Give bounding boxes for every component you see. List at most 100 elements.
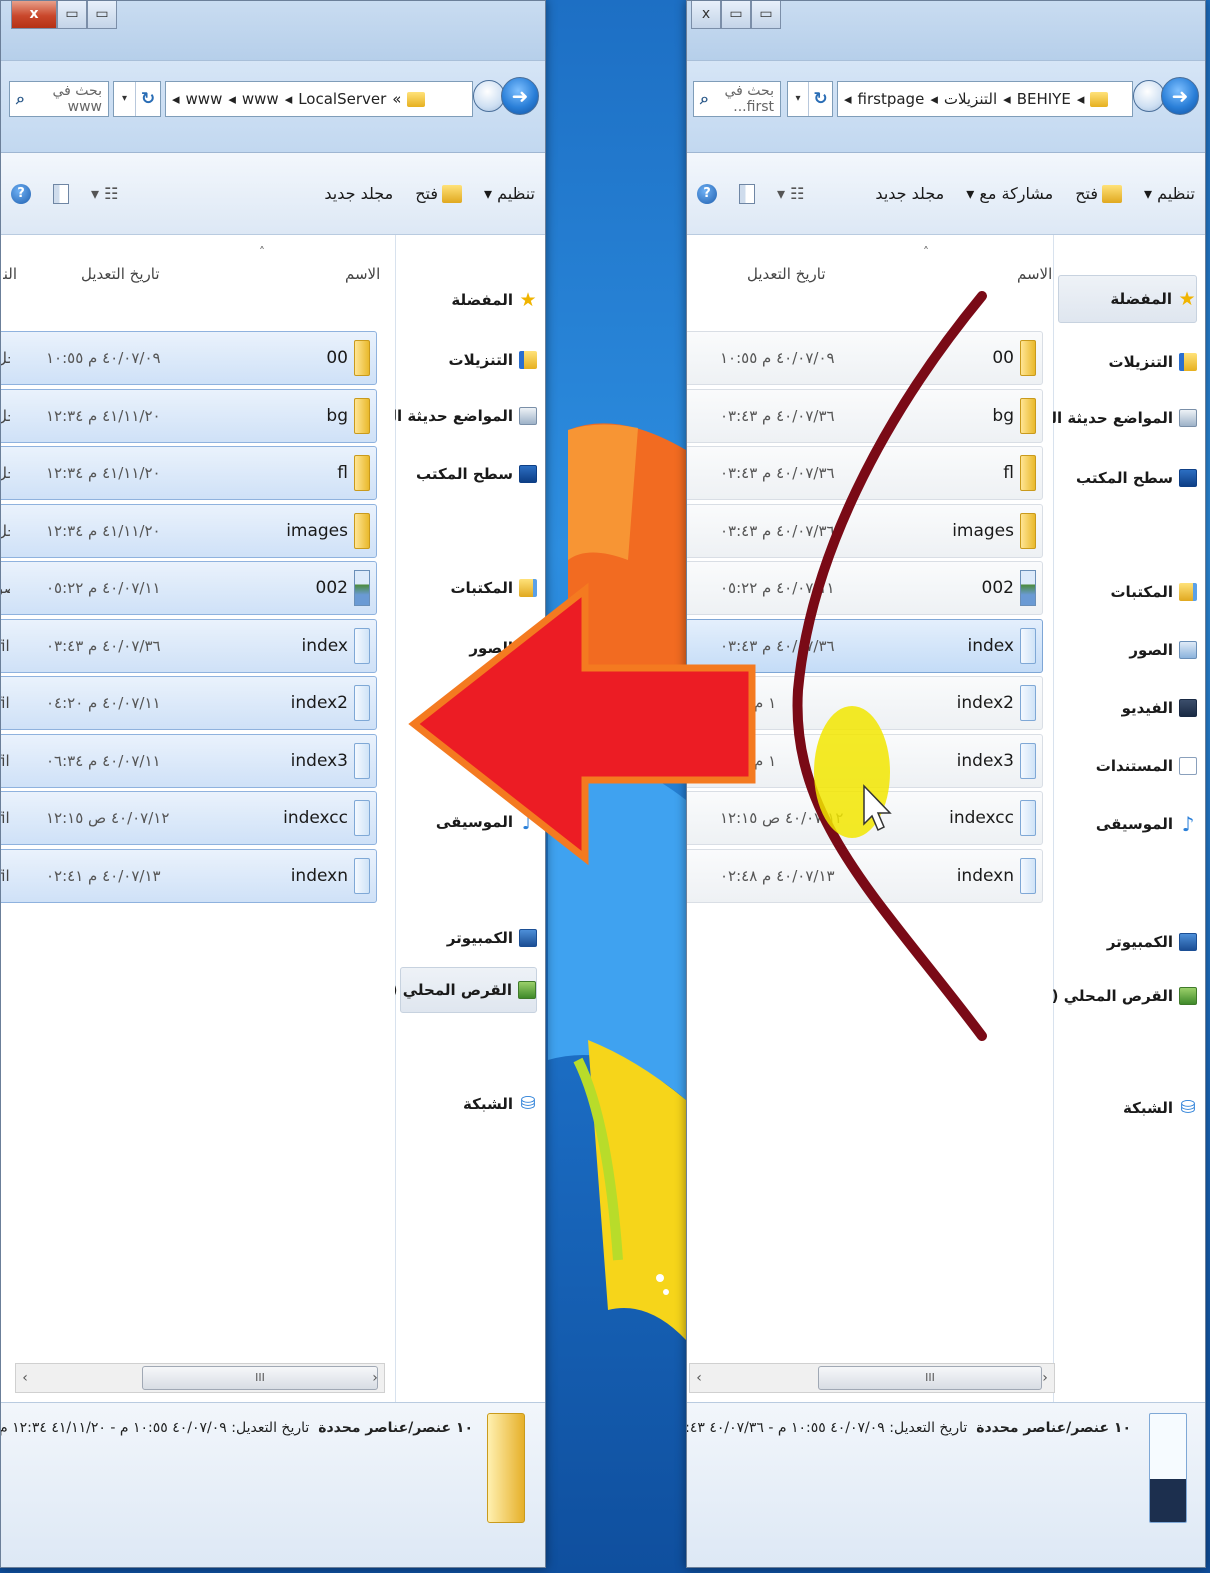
nav-computer[interactable]: الكمبيوتر [1058, 925, 1197, 959]
nav-local-disk[interactable]: القرص المحلي (C:) [1028, 979, 1197, 1013]
nav-downloads[interactable]: التنزيلات [400, 343, 537, 377]
scrollbar-thumb[interactable]: III [818, 1366, 1042, 1390]
nav-local-disk[interactable]: القرص المحلي (C:) [367, 967, 537, 1013]
title-bar[interactable]: x ▭ ▭ [687, 1, 1205, 61]
breadcrumb-overflow[interactable]: » [392, 90, 401, 108]
nav-music[interactable]: ♪ الموسيقى [1058, 807, 1197, 841]
breadcrumb-www-2[interactable]: www [186, 90, 223, 108]
file-row[interactable]: indexcc ٤٠/٠٧/١٢ ص ١٢:١٥ file [1, 791, 377, 845]
close-button[interactable]: x [691, 1, 721, 29]
address-dropdown-icon[interactable]: ▾ [114, 82, 136, 116]
horizontal-scrollbar[interactable]: ‹ III › [15, 1363, 385, 1393]
file-row[interactable]: images ٤١/١١/٢٠ م ١٢:٣٤ مجل [1, 503, 377, 558]
nav-recent-places[interactable]: المواضع حديثة الزيارة [353, 399, 537, 433]
refresh-control[interactable]: ▾ ↻ [787, 81, 833, 117]
preview-pane-icon[interactable] [739, 183, 755, 204]
nav-libraries[interactable]: المكتبات [1058, 575, 1197, 609]
search-icon[interactable]: ⌕ [700, 89, 709, 109]
file-row[interactable]: indexn ٤٠/٠٧/١٣ م ٠٢:٤١ file [1, 848, 377, 903]
file-row[interactable]: index ٤٠/٠٧/٣٦ م ٠٣:٤٣ file [1, 618, 377, 673]
nav-network[interactable]: ⛁ الشبكة [1058, 1091, 1197, 1125]
refresh-control[interactable]: ▾ ↻ [113, 81, 161, 117]
file-row[interactable]: index2 ١ م ٠٤:٢ [687, 676, 1043, 730]
nav-recent-places[interactable]: المواضع حديثة الزيارة [1013, 401, 1197, 435]
file-row[interactable]: 002 ٤٠/٠٧/١١ م ٠٥:٢٢ صو [1, 561, 377, 615]
search-box[interactable]: بحث في www ⌕ [9, 81, 109, 117]
scrollbar-thumb[interactable]: III [142, 1366, 378, 1390]
nav-videos[interactable]: الفيديو [1058, 691, 1197, 725]
minimize-button[interactable]: ▭ [751, 1, 781, 29]
file-row[interactable]: indexcc ٤٠/٠٧/١٢ ص ١٢:١٥ [687, 791, 1043, 845]
organize-button[interactable]: تنظيم ▾ [484, 184, 535, 203]
file-row[interactable]: fl ٤١/١١/٢٠ م ١٢:٣٤ مجل [1, 446, 377, 500]
share-with-button[interactable]: مشاركة مع ▾ [966, 184, 1053, 203]
address-row: ▾ ➜ » LocalServer ◂ www ◂ www ◂ ▾ ↻ بحث … [1, 61, 545, 153]
column-header-date[interactable]: تاريخ التعديل [747, 265, 826, 283]
file-row[interactable]: bg ٤١/١١/٢٠ م ١٢:٣٤ مجل [1, 388, 377, 443]
column-header-type[interactable]: النو [3, 265, 17, 283]
open-button[interactable]: فتح [1075, 184, 1122, 204]
file-row[interactable]: index3 ٤٠/٠٧/١١ م ٠٦:٣٤ file [1, 733, 377, 788]
change-view-icon[interactable]: ☷ ▾ [777, 184, 804, 203]
file-row[interactable]: bg ٤٠/٠٧/٣٦ م ٠٣:٤٣ [687, 388, 1043, 443]
nav-computer[interactable]: الكمبيوتر [400, 921, 537, 955]
help-icon[interactable]: ? [11, 183, 31, 204]
scroll-right-icon[interactable]: › [1036, 1364, 1054, 1392]
new-folder-button[interactable]: مجلد جديد [875, 184, 944, 203]
nav-pictures[interactable]: الصور [1058, 633, 1197, 667]
organize-button[interactable]: تنظيم ▾ [1144, 184, 1195, 203]
file-row[interactable]: 002 ٤٠/٠٧/١١ م ٠٥:٢٢ [687, 561, 1043, 615]
forward-button[interactable]: ➜ [501, 77, 539, 115]
breadcrumb-downloads[interactable]: التنزيلات [944, 90, 997, 108]
horizontal-scrollbar[interactable]: ‹ III › [689, 1363, 1055, 1393]
minimize-button[interactable]: ▭ [87, 1, 117, 29]
forward-button[interactable]: ➜ [1161, 77, 1199, 115]
maximize-button[interactable]: ▭ [721, 1, 751, 29]
nav-downloads[interactable]: التنزيلات [1058, 345, 1197, 379]
breadcrumb-www[interactable]: www [242, 90, 279, 108]
file-row[interactable]: index3 ١ م ٠٦:٣ [687, 733, 1043, 788]
breadcrumb-localserver[interactable]: LocalServer [298, 90, 386, 108]
file-row[interactable]: images ٤٠/٠٧/٣٦ م ٠٣:٤٣ [687, 503, 1043, 558]
refresh-icon[interactable]: ↻ [136, 82, 160, 116]
close-button[interactable]: x [11, 1, 57, 29]
open-button[interactable]: فتح [415, 184, 462, 204]
nav-music[interactable]: ♪ الموسيقى [400, 805, 537, 839]
title-bar[interactable]: x ▭ ▭ [1, 1, 545, 61]
file-row[interactable]: index2 ٤٠/٠٧/١١ م ٠٤:٢٠ file [1, 676, 377, 730]
file-row[interactable]: 00 ٤٠/٠٧/٠٩ م ١٠:٥٥ مجل [1, 331, 377, 385]
address-bar[interactable]: » LocalServer ◂ www ◂ www ◂ [165, 81, 473, 117]
preview-pane-icon[interactable] [53, 183, 69, 204]
address-bar[interactable]: ◂ BEHIYE ◂ التنزيلات ◂ firstpage ◂ [837, 81, 1133, 117]
new-folder-button[interactable]: مجلد جديد [324, 184, 393, 203]
maximize-button[interactable]: ▭ [57, 1, 87, 29]
refresh-icon[interactable]: ↻ [809, 82, 832, 116]
column-header-name[interactable]: الاسم [1017, 265, 1052, 283]
search-icon[interactable]: ⌕ [16, 89, 25, 109]
scroll-left-icon[interactable]: ‹ [690, 1364, 708, 1392]
nav-desktop[interactable]: سطح المكتب [1058, 461, 1197, 495]
nav-documents[interactable]: المستندات [1058, 749, 1197, 783]
nav-favorites[interactable]: ★ المفضلة [1058, 275, 1197, 323]
column-header-name[interactable]: الاسم [345, 265, 380, 283]
scroll-left-icon[interactable]: ‹ [16, 1364, 34, 1392]
scroll-right-icon[interactable]: › [366, 1364, 384, 1392]
file-row[interactable]: index ٤٠/٠٧/٣٦ م ٠٣:٤٣ [687, 618, 1043, 673]
nav-pictures[interactable]: الصور [400, 631, 537, 665]
file-row[interactable]: 00 ٤٠/٠٧/٠٩ م ١٠:٥٥ [687, 331, 1043, 385]
nav-libraries[interactable]: المكتبات [400, 571, 537, 605]
help-icon[interactable]: ? [697, 183, 717, 204]
column-header-date[interactable]: تاريخ التعديل [81, 265, 160, 283]
breadcrumb-behiye[interactable]: BEHIYE [1017, 90, 1071, 108]
nav-network[interactable]: ⛁ الشبكة [400, 1087, 537, 1121]
address-dropdown-icon[interactable]: ▾ [788, 82, 810, 116]
file-row[interactable]: fl ٤٠/٠٧/٣٦ م ٠٣:٤٣ [687, 446, 1043, 500]
file-row[interactable]: indexn ٤٠/٠٧/١٣ م ٠٢:٤٨ [687, 848, 1043, 903]
breadcrumb-firstpage[interactable]: firstpage [858, 90, 925, 108]
nav-desktop[interactable]: سطح المكتب [400, 457, 537, 491]
breadcrumb-separator: ◂ [172, 90, 180, 108]
change-view-icon[interactable]: ☷ ▾ [91, 184, 118, 203]
search-box[interactable]: بحث في first... ⌕ [693, 81, 781, 117]
nav-favorites[interactable]: ★ المفضلة [400, 283, 537, 317]
navigation-pane: ★ المفضلة التنزيلات المواضع حديثة الزيارة… [1013, 235, 1205, 1402]
